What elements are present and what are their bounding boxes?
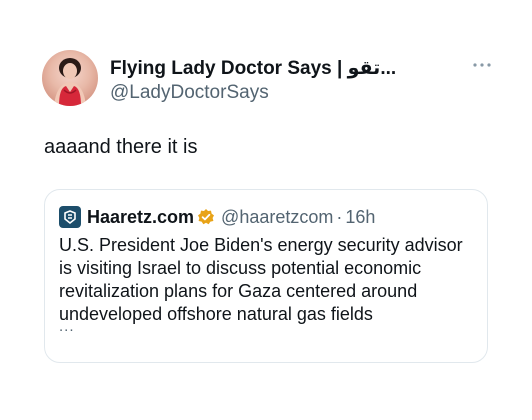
tweet-author[interactable]: Flying Lady Doctor Says | تقو... @LadyDo… — [110, 58, 492, 104]
quoted-tweet-header: Haaretz.com @haaretzcom · 16h — [59, 206, 375, 228]
tweet-text: aaaand there it is — [44, 136, 198, 158]
header-separator: · — [336, 207, 343, 227]
quoted-author-name[interactable]: Haaretz.com — [87, 207, 194, 227]
tweet: Flying Lady Doctor Says | تقو... @LadyDo… — [0, 0, 532, 420]
quoted-tweet-ellipsis: ... — [59, 318, 75, 335]
quoted-tweet-card[interactable]: Haaretz.com @haaretzcom · 16h U.S. Presi… — [44, 189, 488, 363]
quoted-timestamp[interactable]: 16h — [345, 207, 375, 227]
author-display-name[interactable]: Flying Lady Doctor Says | تقو... — [110, 58, 492, 80]
quoted-tweet-text: U.S. President Joe Biden's energy securi… — [59, 235, 463, 324]
more-horizontal-icon[interactable] — [472, 60, 492, 70]
verified-badge-icon — [197, 208, 215, 226]
author-handle[interactable]: @LadyDoctorSays — [110, 82, 492, 104]
avatar[interactable] — [42, 50, 98, 106]
quoted-author-handle[interactable]: @haaretzcom — [221, 207, 333, 227]
haaretz-logo-icon — [59, 206, 81, 228]
